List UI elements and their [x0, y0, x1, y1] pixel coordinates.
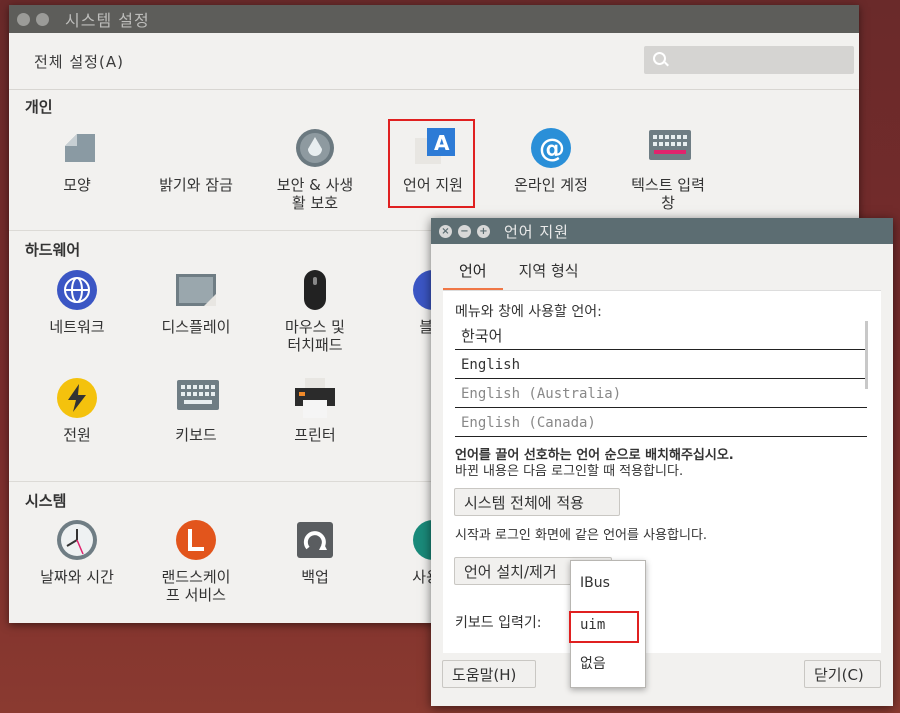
- item-landscape-service[interactable]: 랜드스케이 프 서비스: [141, 520, 251, 604]
- language-support-dialog: × − + 언어 지원 언어 지역 형식 메뉴와 창에 사용할 언어: 한국어 …: [431, 218, 893, 706]
- search-icon: [653, 52, 666, 65]
- search-input[interactable]: [644, 46, 854, 74]
- item-display[interactable]: 디스플레이: [141, 270, 251, 336]
- window-title: 시스템 설정: [65, 11, 150, 30]
- keyboard-input-label: 키보드 입력기:: [455, 615, 542, 631]
- display-icon: [176, 270, 216, 310]
- landscape-icon: [176, 520, 216, 560]
- minimize-window-button[interactable]: [36, 12, 49, 26]
- close-window-button[interactable]: [17, 12, 30, 26]
- maximize-icon[interactable]: +: [477, 224, 490, 238]
- item-text-input[interactable]: 텍스트 입력 창: [613, 128, 723, 212]
- login-note: 시작과 로그인 화면에 같은 언어를 사용합니다.: [455, 528, 708, 543]
- dialog-titlebar: × − + 언어 지원: [431, 218, 893, 244]
- close-button[interactable]: 닫기(C): [804, 660, 881, 688]
- language-row-korean[interactable]: 한국어: [455, 322, 867, 350]
- language-row-english[interactable]: English: [455, 351, 867, 379]
- section-personal: 개인: [25, 98, 53, 116]
- item-date-time[interactable]: 날짜와 시간: [22, 520, 132, 586]
- section-system: 시스템: [25, 492, 67, 510]
- dialog-tabs: 언어 지역 형식: [443, 254, 595, 291]
- main-titlebar: 시스템 설정: [9, 5, 859, 33]
- item-backup[interactable]: 백업: [260, 520, 370, 586]
- security-icon: [295, 128, 335, 168]
- language-list-scrollbar[interactable]: [865, 321, 868, 389]
- language-support-highlight: [388, 119, 475, 208]
- item-security-privacy[interactable]: 보안 & 사생 활 보호: [260, 128, 370, 212]
- appearance-icon: [57, 128, 97, 168]
- apply-note: 바뀐 내용은 다음 로그인할 때 적용합니다.: [455, 464, 684, 479]
- help-button[interactable]: 도움말(H): [442, 660, 536, 688]
- item-mouse-touchpad[interactable]: 마우스 및 터치패드: [260, 270, 370, 354]
- tab-regional-formats[interactable]: 지역 형식: [503, 254, 595, 288]
- input-method-dropdown: IBus uim 없음: [569, 560, 646, 688]
- printer-icon: [295, 378, 335, 418]
- network-globe-icon: [57, 270, 97, 310]
- backup-icon: [295, 520, 335, 560]
- clock-icon: [57, 520, 97, 560]
- item-printer[interactable]: 프린터: [260, 378, 370, 444]
- uim-highlight: [569, 611, 639, 643]
- option-ibus[interactable]: IBus: [580, 575, 610, 591]
- dialog-title: 언어 지원: [504, 222, 569, 241]
- item-keyboard[interactable]: 키보드: [141, 378, 251, 444]
- option-none[interactable]: 없음: [580, 653, 606, 673]
- section-hardware: 하드웨어: [25, 241, 81, 259]
- all-settings-button[interactable]: 전체 설정(A): [34, 51, 124, 72]
- keyboard-icon: [648, 128, 691, 168]
- item-power[interactable]: 전원: [22, 378, 132, 444]
- minimize-icon[interactable]: −: [458, 224, 471, 238]
- language-row-english-canada[interactable]: English (Canada): [455, 409, 867, 437]
- item-online-accounts[interactable]: @ 온라인 계정: [496, 128, 606, 194]
- mouse-icon: [295, 270, 335, 310]
- item-brightness-lock[interactable]: 밝기와 잠금: [141, 128, 251, 194]
- tab-language[interactable]: 언어: [443, 254, 503, 291]
- apply-system-wide-button[interactable]: 시스템 전체에 적용: [454, 488, 620, 516]
- power-bolt-icon: [57, 378, 97, 418]
- close-icon[interactable]: ×: [439, 224, 452, 238]
- at-sign-icon: @: [531, 128, 571, 168]
- menu-language-label: 메뉴와 창에 사용할 언어:: [455, 304, 602, 320]
- item-network[interactable]: 네트워크: [22, 270, 132, 336]
- item-appearance[interactable]: 모양: [22, 128, 132, 194]
- svg-text:@: @: [539, 134, 565, 164]
- language-row-english-australia[interactable]: English (Australia): [455, 380, 867, 408]
- keyboard-icon: [176, 378, 219, 418]
